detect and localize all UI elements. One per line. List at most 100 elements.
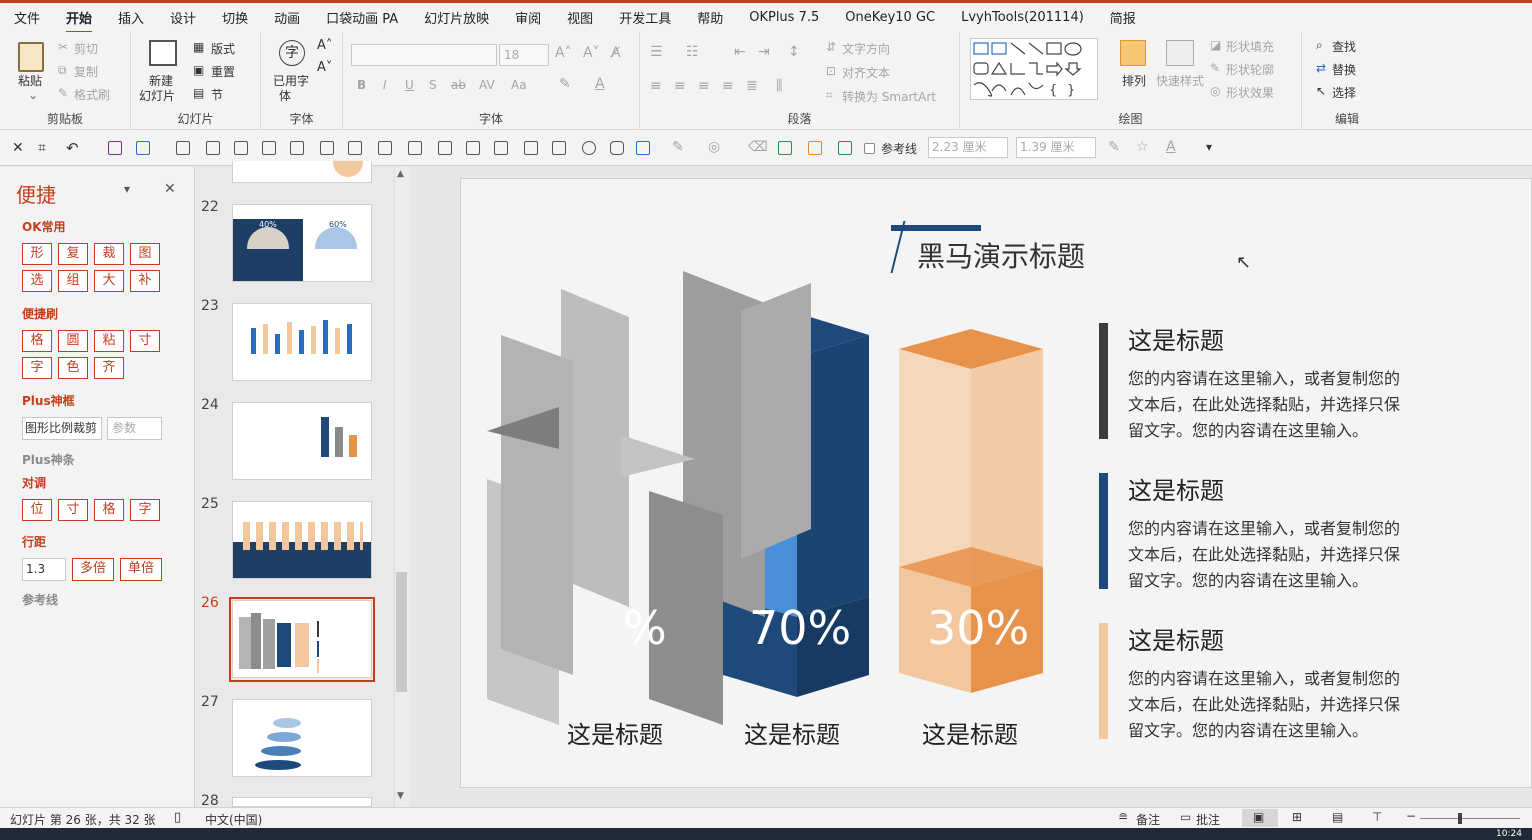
format-painter-button[interactable]: 格式刷	[74, 86, 110, 103]
increase-icon[interactable]: A˄	[317, 38, 332, 53]
multi-spacing-button[interactable]: 多倍	[72, 558, 114, 581]
reset-button[interactable]: 重置	[211, 63, 235, 80]
outdent-icon[interactable]: ⇤	[734, 44, 746, 60]
shrink-font-icon[interactable]: A˅	[583, 45, 600, 61]
columns-icon[interactable]: ⫼	[776, 78, 782, 94]
param-input[interactable]: 参数	[107, 417, 162, 440]
arrange-button[interactable]: 排列	[1122, 72, 1146, 89]
align-button-0[interactable]: 位	[22, 499, 52, 521]
ok-button-4[interactable]: 选	[22, 270, 52, 292]
decrease-icon[interactable]: A˅	[317, 60, 332, 75]
align-button-1[interactable]: 寸	[58, 499, 88, 521]
fill-icon[interactable]: ◪	[1210, 38, 1221, 52]
brush-button-4[interactable]: 字	[22, 357, 52, 379]
table-tool-icon[interactable]	[838, 141, 852, 155]
tab-okplus[interactable]: OKPlus 7.5	[749, 10, 819, 25]
effects-icon[interactable]: ◎	[1210, 84, 1220, 98]
scissors-icon[interactable]: ✂	[58, 40, 68, 54]
textbox-icon[interactable]	[136, 141, 150, 155]
tab-view[interactable]: 视图	[567, 8, 593, 27]
section-icon[interactable]: ▤	[193, 86, 204, 100]
slide-thumbnail-28[interactable]	[232, 797, 372, 807]
zoom-slider-thumb[interactable]	[1458, 813, 1462, 824]
indent-icon[interactable]: ⇥	[758, 44, 770, 60]
crop-ratio-input[interactable]: 图形比例裁剪	[22, 417, 102, 440]
underline-icon[interactable]: U	[405, 78, 414, 92]
new-slide-button[interactable]: 幻灯片	[139, 87, 175, 104]
align-center-tool-icon[interactable]	[234, 141, 248, 155]
strike-icon[interactable]: ab	[451, 78, 466, 92]
font-name-input[interactable]	[351, 44, 497, 66]
align-button-3[interactable]: 字	[130, 499, 160, 521]
tab-transitions[interactable]: 切换	[222, 8, 248, 27]
reset-icon[interactable]: ▣	[193, 63, 204, 77]
align-center-icon[interactable]: ≡	[674, 78, 686, 94]
ungroup-icon[interactable]	[438, 141, 452, 155]
section-button[interactable]: 节	[211, 86, 223, 103]
bring-front-icon[interactable]	[466, 141, 480, 155]
align-bottom-tool-icon[interactable]	[262, 141, 276, 155]
layout-button[interactable]: 版式	[211, 40, 235, 57]
comments-button[interactable]: 批注	[1196, 811, 1220, 828]
copy-icon[interactable]: ⧉	[58, 63, 67, 78]
paste-button[interactable]: 粘贴	[18, 72, 42, 89]
quick-styles-button[interactable]: 快速样式	[1156, 72, 1204, 89]
shape-outline-button[interactable]: 形状轮廓	[1226, 61, 1274, 78]
zoom-out-icon[interactable]: −	[1406, 809, 1416, 823]
font-color-icon[interactable]: A	[595, 76, 605, 92]
single-spacing-button[interactable]: 单倍	[120, 558, 162, 581]
language-indicator[interactable]: 中文(中国)	[205, 811, 262, 828]
slide-thumbnail-26[interactable]	[232, 600, 372, 678]
bullets-icon[interactable]: ☰	[650, 44, 663, 60]
ok-button-0[interactable]: 形	[22, 243, 52, 265]
tab-review[interactable]: 审阅	[515, 8, 541, 27]
ok-button-5[interactable]: 组	[58, 270, 88, 292]
brush-button-3[interactable]: 寸	[130, 330, 160, 352]
brush-icon[interactable]: ✎	[58, 86, 68, 100]
image-tool-icon[interactable]	[808, 141, 822, 155]
brush-button-1[interactable]: 圆	[58, 330, 88, 352]
slide-thumbnail-21[interactable]	[232, 161, 372, 183]
save-icon[interactable]	[108, 141, 122, 155]
thumbs-scrollbar[interactable]	[394, 167, 409, 807]
tab-home[interactable]: 开始	[66, 8, 93, 34]
rounded-rect-icon[interactable]	[610, 141, 624, 155]
grow-font-icon[interactable]: A˄	[555, 45, 572, 61]
arrange-icon[interactable]	[1120, 40, 1146, 66]
tab-briefing[interactable]: 简报	[1110, 8, 1136, 27]
line-spacing-icon[interactable]: ↕	[788, 44, 800, 60]
align-button-2[interactable]: 格	[94, 499, 124, 521]
select-button[interactable]: 选择	[1332, 84, 1356, 101]
zoom-slider[interactable]	[1420, 818, 1520, 819]
rectangle-icon[interactable]	[552, 141, 566, 155]
customize-qat-icon[interactable]: ▾	[1206, 140, 1212, 154]
chevron-down-icon[interactable]: ⌄	[28, 88, 38, 102]
tab-pocket-animation[interactable]: 口袋动画 PA	[326, 8, 398, 27]
pane-close-icon[interactable]: ✕	[164, 181, 176, 197]
find-button[interactable]: 查找	[1332, 38, 1356, 55]
ok-button-3[interactable]: 图	[130, 243, 160, 265]
highlight-icon[interactable]: ✎	[559, 76, 571, 92]
pen-icon[interactable]: ✎	[672, 139, 684, 155]
shape-effects-button[interactable]: 形状效果	[1226, 84, 1274, 101]
slide-thumbnail-27[interactable]	[232, 699, 372, 777]
slide-thumbnail-24[interactable]	[232, 402, 372, 480]
brush-button-6[interactable]: 齐	[94, 357, 124, 379]
toolbar-tool-icon[interactable]	[176, 141, 190, 155]
align-top-tool-icon[interactable]	[290, 141, 304, 155]
star-icon[interactable]: ☆	[1136, 139, 1149, 155]
distribute-h-icon[interactable]	[320, 141, 334, 155]
width-input[interactable]: 2.23 厘米	[928, 137, 1008, 158]
align-right-icon[interactable]: ≡	[698, 78, 710, 94]
brush-button-0[interactable]: 格	[22, 330, 52, 352]
paste-icon[interactable]	[18, 42, 44, 72]
bold-icon[interactable]: B	[357, 78, 366, 92]
distribute-icon[interactable]: ≣	[746, 78, 758, 94]
cut-button[interactable]: 剪切	[74, 40, 98, 57]
text-direction-button[interactable]: 文字方向	[842, 40, 890, 57]
smartart-icon[interactable]: ⌗	[826, 88, 833, 103]
crop-icon[interactable]: ⌗	[38, 140, 46, 156]
thumbs-scrollbar-thumb[interactable]	[396, 572, 407, 692]
clear-format-icon[interactable]: A̸	[611, 45, 621, 61]
align-text-icon[interactable]: ⊡	[826, 64, 836, 78]
